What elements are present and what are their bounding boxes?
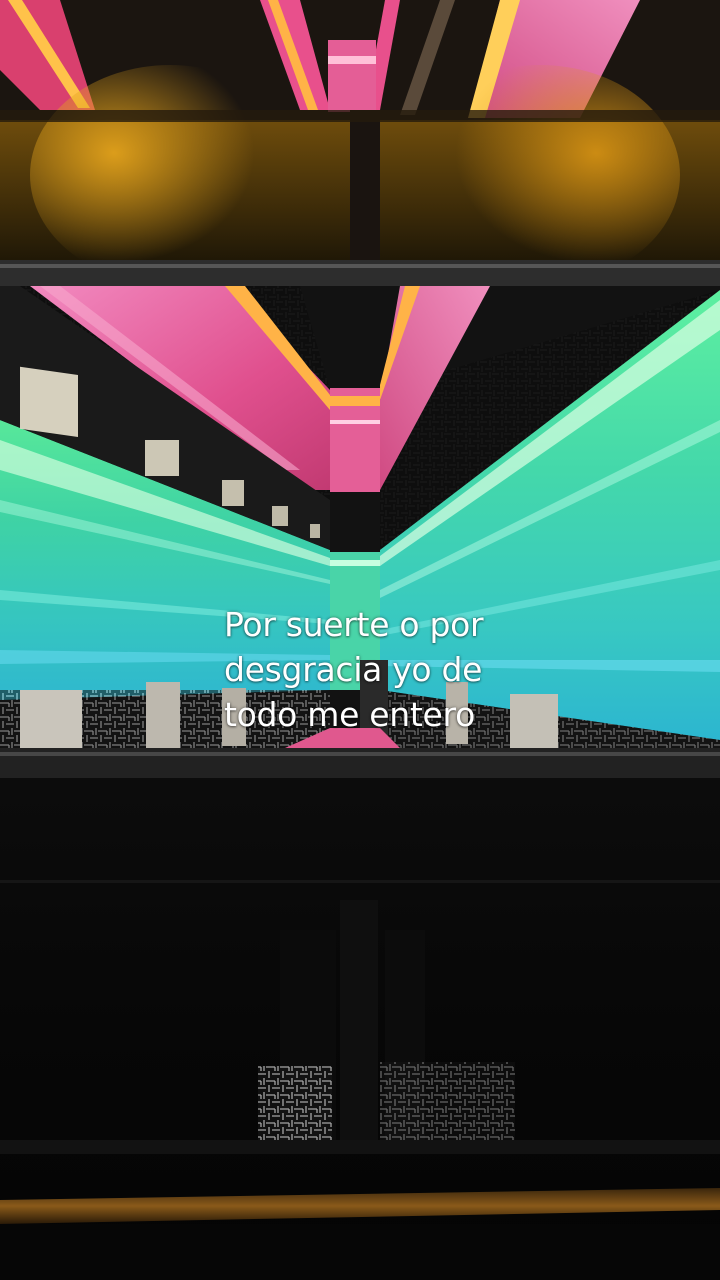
caption-line-1: Por suerte o por <box>224 605 484 644</box>
video-caption: Por suerte o por desgracia yo de todo me… <box>224 602 544 737</box>
caption-line-3: todo me entero <box>224 695 475 734</box>
video-frame: Por suerte o por desgracia yo de todo me… <box>0 0 720 1280</box>
caption-line-2: desgracia yo de <box>224 650 483 689</box>
